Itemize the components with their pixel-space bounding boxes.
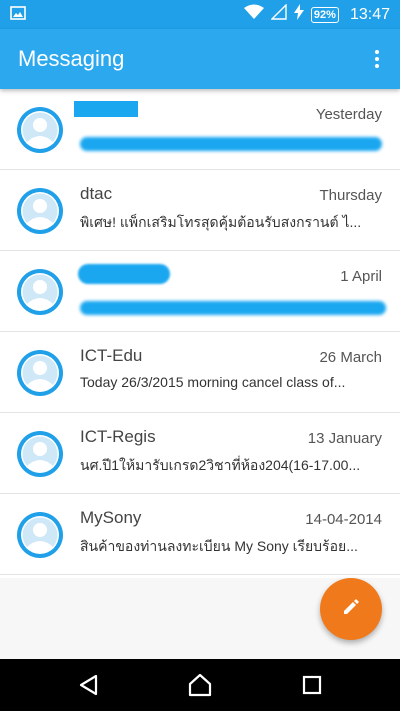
status-bar: 92% 13:47 [0,0,400,29]
overflow-menu-icon[interactable] [366,43,388,75]
redacted-message-snippet [80,301,386,315]
message-snippet: นศ.ปี1ให้มารับเกรด2วิชาที่ห้อง204(16-17.… [80,457,361,473]
redacted-message-snippet [80,137,382,151]
redacted-contact-name [74,101,138,117]
compose-button[interactable] [320,578,382,640]
page-title: Messaging [18,46,125,71]
conversation-row[interactable]: ICT-Edu 26 March Today 26/3/2015 morning… [0,332,400,413]
recents-icon[interactable] [299,672,325,698]
contact-name: ICT-Regis [80,427,156,446]
message-date: 13 January [307,430,382,447]
conversation-row[interactable]: Yesterday [0,89,400,170]
message-date: Thursday [319,187,382,204]
conversation-row[interactable]: ICT-Regis 13 January นศ.ปี1ให้มารับเกรด2… [0,413,400,494]
message-snippet: Today 26/3/2015 morning cancel class of.… [80,374,346,390]
pencil-icon [341,597,361,622]
avatar-icon [17,188,63,234]
message-snippet: พิเศษ! แพ็กเสริมโทรสุดคุ้มต้อนรับสงกรานต… [80,214,362,230]
signal-icon [270,3,287,25]
clock: 13:47 [349,5,390,23]
redacted-contact-name [78,264,170,284]
message-snippet: สินค้าของท่านลงทะเบียน My Sony เรียบร้อย… [80,538,358,554]
avatar-icon [17,431,63,477]
message-date: 26 March [319,349,382,366]
conversation-row[interactable]: dtac Thursday พิเศษ! แพ็กเสริมโทรสุดคุ้ม… [0,170,400,251]
conversation-row[interactable]: 1 April [0,251,400,332]
message-date: Yesterday [315,106,382,123]
charging-icon [293,4,304,25]
home-icon[interactable] [187,672,213,698]
avatar-icon [17,512,63,558]
back-icon[interactable] [76,672,102,698]
message-date: 14-04-2014 [305,511,382,528]
message-date: 1 April [340,268,382,285]
battery-icon: 92% [310,6,339,23]
avatar-icon [17,350,63,396]
app-bar: Messaging [0,29,400,89]
contact-name: MySony [80,508,142,527]
avatar-icon [17,107,63,153]
conversation-list: Yesterday dtac Thursday พิเศษ! แพ็กเสริม… [0,89,400,575]
wifi-icon [243,4,264,25]
navigation-bar [0,659,400,711]
avatar-icon [17,269,63,315]
conversation-row[interactable]: MySony 14-04-2014 สินค้าของท่านลงทะเบียน… [0,494,400,575]
image-notification-icon [10,6,26,25]
contact-name: dtac [80,184,113,203]
contact-name: ICT-Edu [80,346,143,365]
